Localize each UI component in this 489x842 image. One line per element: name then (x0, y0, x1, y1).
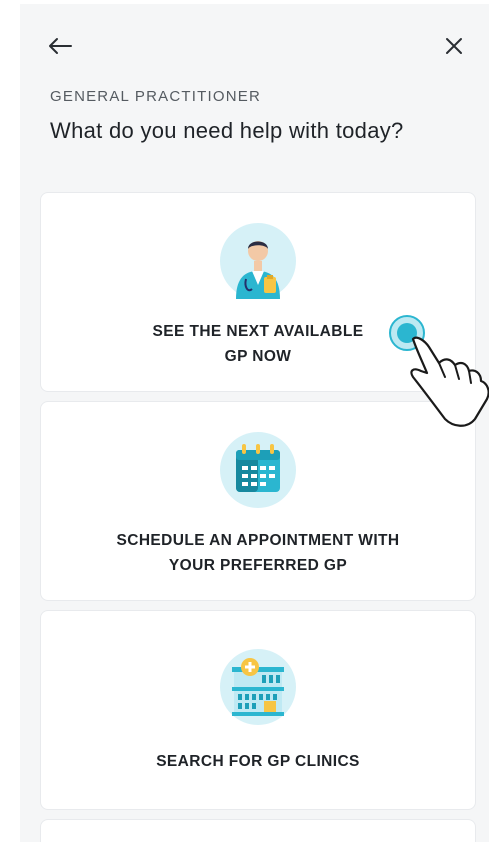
back-button[interactable] (40, 28, 80, 64)
top-bar (20, 4, 489, 84)
hospital-building-icon (220, 649, 296, 725)
page-title: What do you need help with today? (50, 118, 404, 143)
close-button[interactable] (434, 28, 474, 64)
calendar-icon (220, 432, 296, 508)
option-card-search-clinics[interactable]: SEARCH FOR GP CLINICS (40, 610, 476, 810)
tap-pointer (383, 311, 489, 441)
arrow-left-icon (49, 38, 72, 54)
close-icon (446, 38, 462, 54)
hand-pointer-icon (389, 315, 489, 427)
doctor-icon (220, 223, 296, 299)
option-card-partial[interactable] (40, 819, 476, 842)
option-label: SEARCH FOR GP CLINICS (156, 753, 360, 770)
page-subtitle: GENERAL PRACTITIONER (50, 88, 261, 105)
option-label: SCHEDULE AN APPOINTMENT WITH YOUR PREFER… (116, 532, 400, 574)
